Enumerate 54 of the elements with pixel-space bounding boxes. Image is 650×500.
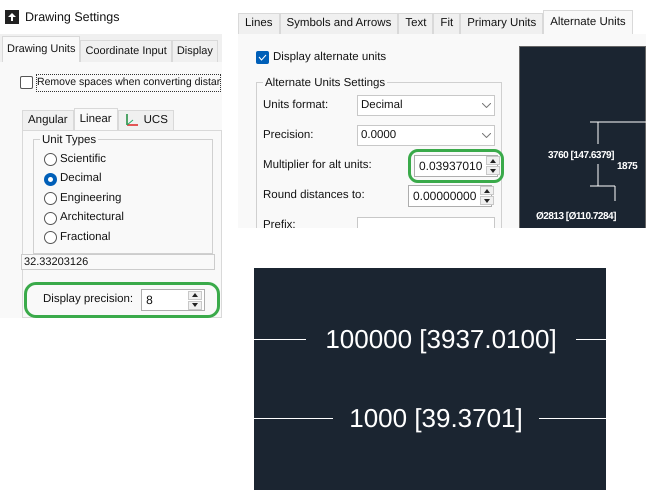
- dimension-label: Ø2813 [Ø110.7284]: [536, 210, 616, 224]
- field-label: Round distances to:: [263, 188, 365, 204]
- window-title: Drawing Settings: [25, 8, 120, 26]
- checkbox-label: Remove spaces when converting distar: [36, 74, 222, 92]
- tab[interactable]: Primary Units: [460, 13, 544, 34]
- field-value: 8: [145, 292, 154, 309]
- tab[interactable]: Text: [398, 13, 434, 34]
- radio-button[interactable]: [44, 212, 57, 224]
- tab[interactable]: UCS: [118, 110, 174, 130]
- axes-icon: [124, 113, 140, 128]
- field-label: Precision:: [263, 128, 314, 144]
- radio-label: Scientific: [60, 152, 106, 167]
- field-value: 0.03937010: [418, 158, 484, 175]
- radio-label: Decimal: [60, 171, 102, 186]
- checkbox-label: Display alternate units: [273, 50, 386, 65]
- radio-button[interactable]: [44, 153, 57, 166]
- radio-button[interactable]: [44, 192, 57, 205]
- checkbox[interactable]: [256, 51, 269, 64]
- tab[interactable]: Linear: [74, 108, 118, 130]
- field-label: Units format:: [263, 98, 328, 114]
- radio-label: Architectural: [60, 210, 124, 226]
- spinner-field[interactable]: 0.00000000: [408, 184, 492, 207]
- spinner-field[interactable]: 8: [141, 289, 206, 311]
- dimension-label: 100000 [3937.0100]: [325, 323, 557, 356]
- checkbox[interactable]: [20, 76, 33, 90]
- field-label: Prefix:: [263, 218, 296, 228]
- dimension-line: [539, 418, 606, 420]
- field-label: Multiplier for alt units:: [263, 158, 372, 174]
- radio-button[interactable]: [44, 231, 57, 244]
- dropdown[interactable]: 0.0000: [357, 125, 495, 146]
- tab[interactable]: Drawing Units: [2, 36, 80, 62]
- dropdown[interactable]: Decimal: [357, 95, 495, 116]
- dimension-label: 3760 [147.6379]: [548, 149, 614, 163]
- app-icon: [5, 10, 19, 24]
- dimension-label: 1875: [617, 160, 638, 174]
- spinner-field[interactable]: 0.03937010: [414, 154, 498, 177]
- tab[interactable]: Alternate Units: [543, 10, 633, 34]
- tab[interactable]: Lines: [238, 13, 280, 34]
- chevron-down-icon: [482, 133, 491, 138]
- tab[interactable]: Symbols and Arrows: [280, 13, 398, 34]
- radio-label: Fractional: [60, 230, 110, 245]
- tab[interactable]: Display: [172, 40, 218, 62]
- radio-button[interactable]: [44, 172, 57, 186]
- tab[interactable]: Angular: [22, 110, 74, 130]
- field-value: 0.00000000: [412, 188, 478, 205]
- dimension-line: [576, 338, 606, 340]
- sample-value-field: 32.33203126: [21, 254, 215, 270]
- tab[interactable]: Coordinate Input: [80, 40, 172, 62]
- dimension-label: 1000 [39.3701]: [349, 402, 523, 435]
- tab[interactable]: Fit: [433, 13, 460, 34]
- field-label: Display precision:: [43, 292, 134, 308]
- dimension-line: [254, 338, 306, 340]
- chevron-down-icon: [482, 103, 491, 108]
- radio-label: Engineering: [60, 190, 122, 206]
